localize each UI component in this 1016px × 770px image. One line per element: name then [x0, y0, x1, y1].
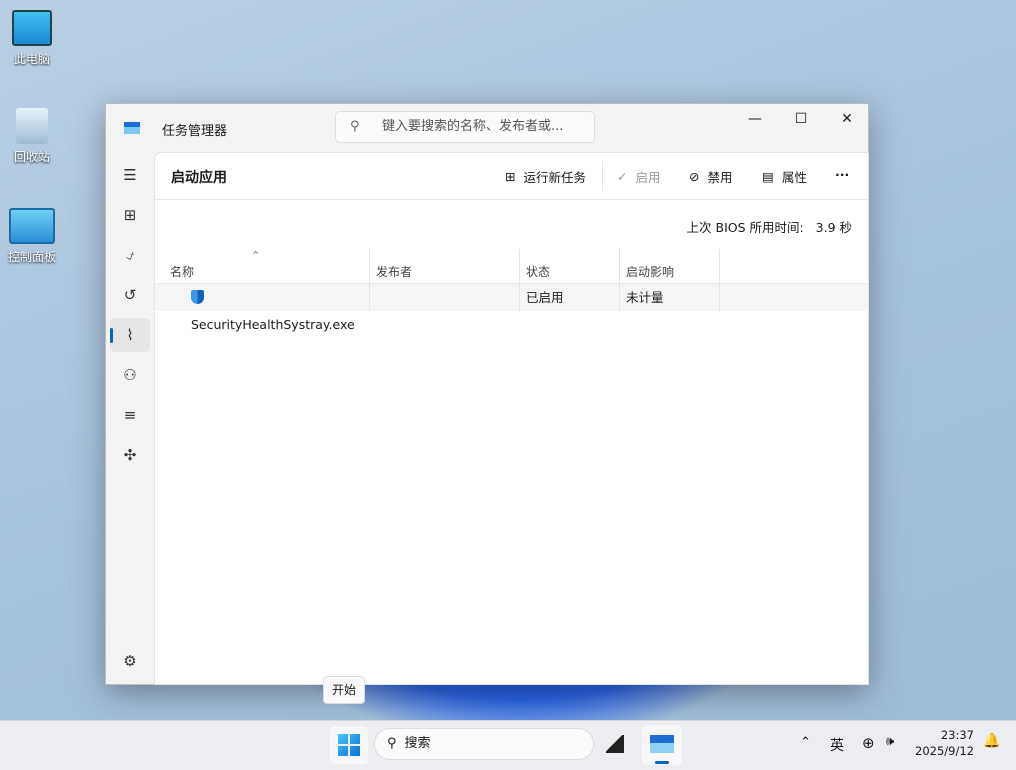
properties-button[interactable]: ▤ 属性	[762, 167, 807, 186]
startup-apps-icon[interactable]: ⌇	[110, 318, 150, 352]
bios-time: 上次 BIOS 所用时间: 3.9 秒	[687, 217, 852, 236]
time: 23:37	[940, 728, 974, 742]
close-button[interactable]: ✕	[824, 104, 870, 134]
cell-impact: 未计量	[620, 284, 720, 311]
disable-button[interactable]: ⊘ 禁用	[689, 167, 733, 186]
run-task-icon: ⊞	[505, 169, 516, 184]
services-icon[interactable]: ✣	[110, 438, 150, 472]
label: 启用	[635, 170, 661, 185]
label: 禁用	[707, 170, 733, 185]
run-new-task-button[interactable]: ⊞ 运行新任务	[505, 167, 586, 186]
taskbar-search[interactable]: ⚲ 搜索	[374, 728, 594, 760]
shield-icon	[191, 290, 204, 304]
windows-logo-icon	[338, 734, 360, 756]
search-input[interactable]: ⚲ 键入要搜索的名称、发布者或...	[335, 111, 595, 143]
table-header: ⌃ 名称 发布者 状态 启动影响	[155, 249, 868, 284]
bios-label: 上次 BIOS 所用时间:	[686, 220, 804, 235]
volume-icon[interactable]: 🕪	[886, 734, 894, 749]
desktop-icon-this-pc[interactable]: 此电脑	[2, 10, 62, 67]
cell-name: SecurityHealthSystray.exe	[155, 284, 370, 332]
search-icon: ⚲	[350, 119, 360, 134]
notification-bell-icon[interactable]: 🔔	[983, 733, 1000, 749]
label: 属性	[781, 170, 807, 185]
check-icon: ✓	[617, 169, 628, 184]
app-history-icon[interactable]: ↺	[110, 278, 150, 312]
task-manager-taskbar-button[interactable]	[642, 725, 682, 765]
more-button[interactable]: ···	[835, 167, 849, 182]
performance-icon[interactable]: ⍻	[110, 238, 150, 272]
desktop-icon-control-panel[interactable]: 控制面板	[2, 208, 62, 265]
network-icon[interactable]: ⊕	[862, 734, 875, 752]
startup-apps-panel: 启动应用 ⊞ 运行新任务 ✓ 启用 ⊘ 禁用 ▤ 属性 ··· 上次 BIOS 所用时间…	[154, 152, 869, 685]
block-icon: ⊘	[689, 169, 700, 184]
page-title: 启动应用	[171, 170, 227, 186]
search-label: 搜索	[404, 736, 431, 751]
task-view-icon[interactable]	[606, 735, 624, 753]
recycle-bin-icon	[16, 108, 48, 144]
active-indicator	[655, 761, 669, 764]
task-manager-icon	[650, 735, 674, 753]
enable-button[interactable]: ✓ 启用	[617, 167, 661, 186]
task-manager-window: 任务管理器 ⚲ 键入要搜索的名称、发布者或... — ☐ ✕ ☰ ⊞ ⍻ ↺ ⌇ …	[105, 103, 869, 685]
bios-value: 3.9 秒	[815, 220, 852, 235]
taskbar: ⚲ 搜索 ⌃ 英 ⊕ 🕪 23:37 2025/9/12 🔔	[0, 720, 1016, 770]
column-impact[interactable]: 启动影响	[620, 249, 720, 284]
maximize-button[interactable]: ☐	[778, 104, 824, 134]
app-name: SecurityHealthSystray.exe	[191, 317, 355, 332]
toolbar-divider	[602, 161, 603, 191]
computer-icon	[12, 10, 52, 46]
column-status[interactable]: 状态	[520, 249, 620, 284]
users-icon[interactable]: ⚇	[110, 358, 150, 392]
desktop-icon-recycle-bin[interactable]: 回收站	[2, 108, 62, 165]
search-icon: ⚲	[387, 736, 397, 751]
label: 控制面板	[7, 250, 56, 264]
label: 回收站	[13, 150, 50, 164]
clock[interactable]: 23:37 2025/9/12	[912, 727, 974, 759]
window-title: 任务管理器	[162, 124, 228, 139]
column-publisher[interactable]: 发布者	[370, 249, 520, 284]
cell-publisher	[370, 284, 520, 311]
date: 2025/9/12	[915, 744, 974, 758]
label: 运行新任务	[523, 170, 586, 185]
properties-icon: ▤	[762, 169, 774, 184]
menu-icon[interactable]: ☰	[110, 158, 150, 192]
start-tooltip: 开始	[323, 676, 365, 704]
ime-indicator[interactable]: 英	[830, 735, 844, 755]
start-button[interactable]	[330, 726, 368, 764]
table-row[interactable]: SecurityHealthSystray.exe 已启用 未计量	[155, 284, 868, 332]
processes-icon[interactable]: ⊞	[110, 198, 150, 232]
column-name[interactable]: 名称	[164, 249, 370, 284]
search-placeholder: 键入要搜索的名称、发布者或...	[382, 119, 564, 134]
cell-status: 已启用	[520, 284, 620, 311]
show-hidden-icons-button[interactable]: ⌃	[800, 735, 811, 750]
control-panel-icon	[9, 208, 55, 244]
app-icon	[124, 122, 140, 134]
details-icon[interactable]: ≡	[110, 398, 150, 432]
settings-icon[interactable]: ⚙	[110, 644, 150, 678]
minimize-button[interactable]: —	[732, 104, 778, 134]
label: 此电脑	[13, 52, 50, 66]
